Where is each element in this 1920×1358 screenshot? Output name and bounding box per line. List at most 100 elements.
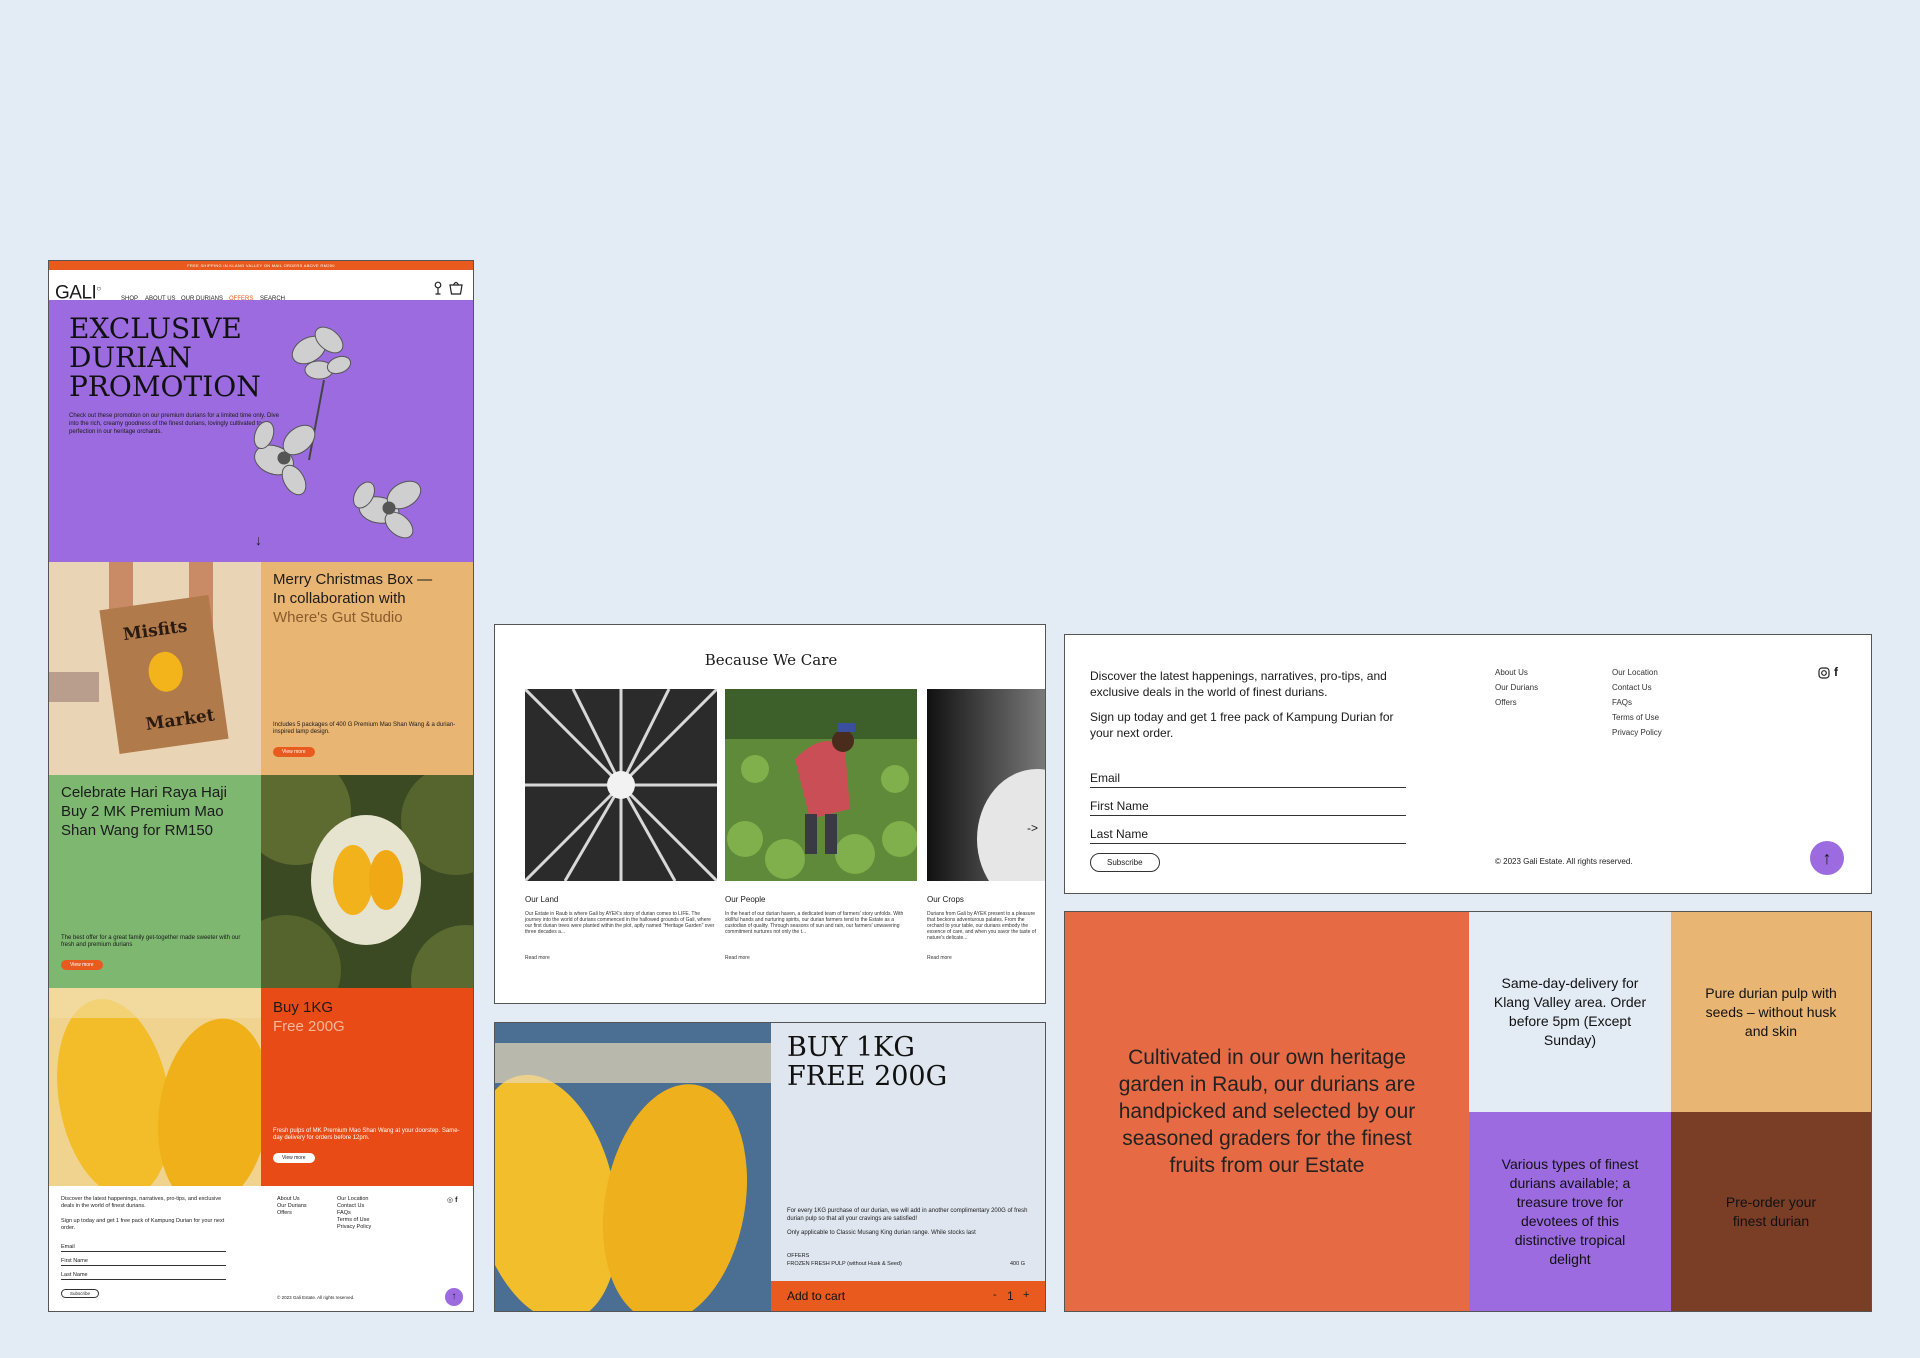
card-text: Durians from Gali by AYEK present to a p… xyxy=(927,911,1036,941)
footer-link[interactable]: Contact Us xyxy=(337,1203,371,1210)
footer-links-1: About Us Our Durians Offers xyxy=(1495,665,1538,710)
qty-minus-button[interactable]: - xyxy=(993,1289,997,1301)
durian-husk xyxy=(411,925,473,988)
newsletter-text: Discover the latest happenings, narrativ… xyxy=(1090,669,1387,699)
durian-husk xyxy=(495,1043,771,1083)
durian-flesh xyxy=(585,1072,765,1311)
card-text: In the heart of our durian haven, a dedi… xyxy=(725,911,904,935)
product-note: Only applicable to Classic Musang King d… xyxy=(787,1230,976,1236)
features-grid: Cultivated in our own heritage garden in… xyxy=(1064,911,1872,1312)
feature-heritage: Cultivated in our own heritage garden in… xyxy=(1065,912,1469,1311)
scroll-down-icon[interactable]: ↓ xyxy=(255,532,262,548)
instagram-icon[interactable] xyxy=(1818,667,1830,679)
read-more-link[interactable]: Read more xyxy=(927,955,952,961)
hero-title: EXCLUSIVE DURIAN PROMOTION xyxy=(69,312,261,403)
buy-1kg-title: Buy 1KG Free 200G xyxy=(273,999,345,1035)
site-footer: Discover the latest happenings, narrativ… xyxy=(49,1186,473,1311)
email-field[interactable]: Email xyxy=(1090,771,1406,788)
footer-link[interactable]: Terms of Use xyxy=(1612,710,1662,725)
instagram-icon[interactable]: ◎ xyxy=(447,1197,453,1204)
qty-value: 1 xyxy=(1007,1289,1014,1303)
site-mockup: FREE SHIPPING IN KLANG VALLEY ON MAIL OR… xyxy=(48,260,474,1312)
product-title: BUY 1KG FREE 200G xyxy=(787,1032,948,1092)
footer-links-2: Our Location Contact Us FAQs Terms of Us… xyxy=(337,1196,371,1231)
newsletter-footer: Discover the latest happenings, narrativ… xyxy=(1064,634,1872,894)
footer-link[interactable]: Privacy Policy xyxy=(337,1224,371,1231)
footer-link[interactable]: Our Durians xyxy=(277,1203,307,1210)
product-desc: For every 1KG purchase of our durian, we… xyxy=(787,1208,1028,1222)
footer-link[interactable]: Our Durians xyxy=(1495,680,1538,695)
footer-link[interactable]: About Us xyxy=(1495,665,1538,680)
back-to-top-button[interactable]: ↑ xyxy=(1810,841,1844,875)
view-more-button[interactable]: View more xyxy=(61,960,103,970)
footer-link[interactable]: FAQs xyxy=(337,1210,371,1217)
footer-link[interactable]: Terms of Use xyxy=(337,1217,371,1224)
cart-icon[interactable] xyxy=(449,281,463,295)
newsletter-offer: Sign up today and get 1 free pack of Kam… xyxy=(1090,710,1394,740)
subscribe-button[interactable]: Subscribe xyxy=(1090,853,1160,872)
last-name-field[interactable]: Last Name xyxy=(1090,827,1406,844)
footer-link[interactable]: Offers xyxy=(1495,695,1538,710)
raya-desc: The best offer for a great family get-to… xyxy=(61,935,241,948)
box-shape: Misfits Market xyxy=(99,595,229,754)
footer-links-1: About Us Our Durians Offers xyxy=(277,1196,307,1217)
durian-flesh xyxy=(333,845,373,915)
open-durian-image xyxy=(261,775,473,988)
card-title: Our Crops xyxy=(927,895,964,904)
card-text: Our Estate in Raub is where Gali by AYEK… xyxy=(525,911,715,935)
view-more-button[interactable]: View more xyxy=(273,747,315,757)
view-more-button[interactable]: View more xyxy=(273,1153,315,1163)
section-title: Because We Care xyxy=(704,651,838,669)
product-page: BUY 1KG FREE 200G For every 1KG purchase… xyxy=(494,1022,1046,1312)
footer-link[interactable]: FAQs xyxy=(1612,695,1662,710)
footer-links-2: Our Location Contact Us FAQs Terms of Us… xyxy=(1612,665,1662,740)
add-to-cart-label[interactable]: Add to cart xyxy=(787,1289,845,1303)
read-more-link[interactable]: Read more xyxy=(525,955,550,961)
forest-canopy-image xyxy=(525,689,717,881)
read-more-link[interactable]: Read more xyxy=(725,955,750,961)
social-icons: ◎ f xyxy=(447,1196,457,1204)
product-weight: 400 G xyxy=(1010,1261,1025,1267)
feature-types: Various types of finest durians availabl… xyxy=(1469,1112,1671,1311)
account-icon[interactable] xyxy=(433,281,443,295)
back-to-top-button[interactable]: ↑ xyxy=(445,1288,463,1306)
footer-link[interactable]: Contact Us xyxy=(1612,680,1662,695)
raya-tile: Celebrate Hari Raya Haji Buy 2 MK Premiu… xyxy=(49,775,261,988)
book-shape xyxy=(49,672,99,702)
durian-flesh xyxy=(369,850,403,910)
carousel-next-icon[interactable]: -> xyxy=(1027,821,1038,835)
durian-pulp-image xyxy=(49,988,261,1186)
email-field[interactable]: Email xyxy=(61,1244,226,1252)
durian-pulp-image xyxy=(495,1023,771,1311)
card-title: Our People xyxy=(725,895,766,904)
durian-flesh xyxy=(146,1011,261,1186)
facebook-icon[interactable]: f xyxy=(455,1197,457,1204)
product-category: OFFERS xyxy=(787,1253,810,1259)
christmas-tile: Merry Christmas Box — In collaboration w… xyxy=(261,562,473,775)
box-label: Misfits xyxy=(121,616,189,646)
product-variant[interactable]: FROZEN FRESH PULP (without Husk & Seed) xyxy=(787,1261,902,1267)
facebook-icon[interactable]: f xyxy=(1834,665,1838,679)
add-to-cart-bar[interactable]: Add to cart - 1 + xyxy=(771,1281,1045,1311)
footer-link[interactable]: Our Location xyxy=(1612,665,1662,680)
first-name-field[interactable]: First Name xyxy=(61,1258,226,1266)
card-title: Our Land xyxy=(525,895,559,904)
feature-delivery: Same-day-delivery for Klang Valley area.… xyxy=(1469,912,1671,1112)
farmer-field-image xyxy=(725,689,917,881)
qty-plus-button[interactable]: + xyxy=(1023,1289,1029,1301)
footer-link[interactable]: About Us xyxy=(277,1196,307,1203)
subscribe-button[interactable]: Subscribe xyxy=(61,1289,100,1298)
feature-preorder: Pre-order your finest durian xyxy=(1671,1112,1871,1311)
footer-link[interactable]: Our Location xyxy=(337,1196,371,1203)
durian-highlight xyxy=(49,988,261,1018)
last-name-field[interactable]: Last Name xyxy=(61,1272,226,1280)
footer-link[interactable]: Privacy Policy xyxy=(1612,725,1662,740)
christmas-box-image: Misfits Market xyxy=(49,562,261,775)
because-we-care-section: Because We Care -> Our Land Our Estate i… xyxy=(494,624,1046,1004)
hero-section: EXCLUSIVE DURIAN PROMOTION Check out the… xyxy=(49,300,473,562)
shipping-banner: FREE SHIPPING IN KLANG VALLEY ON MAIL OR… xyxy=(49,261,473,270)
first-name-field[interactable]: First Name xyxy=(1090,799,1406,816)
footer-link[interactable]: Offers xyxy=(277,1210,307,1217)
durian-crop-image xyxy=(927,689,1045,881)
copyright: © 2023 Gali Estate. All rights reserved. xyxy=(1495,857,1633,866)
